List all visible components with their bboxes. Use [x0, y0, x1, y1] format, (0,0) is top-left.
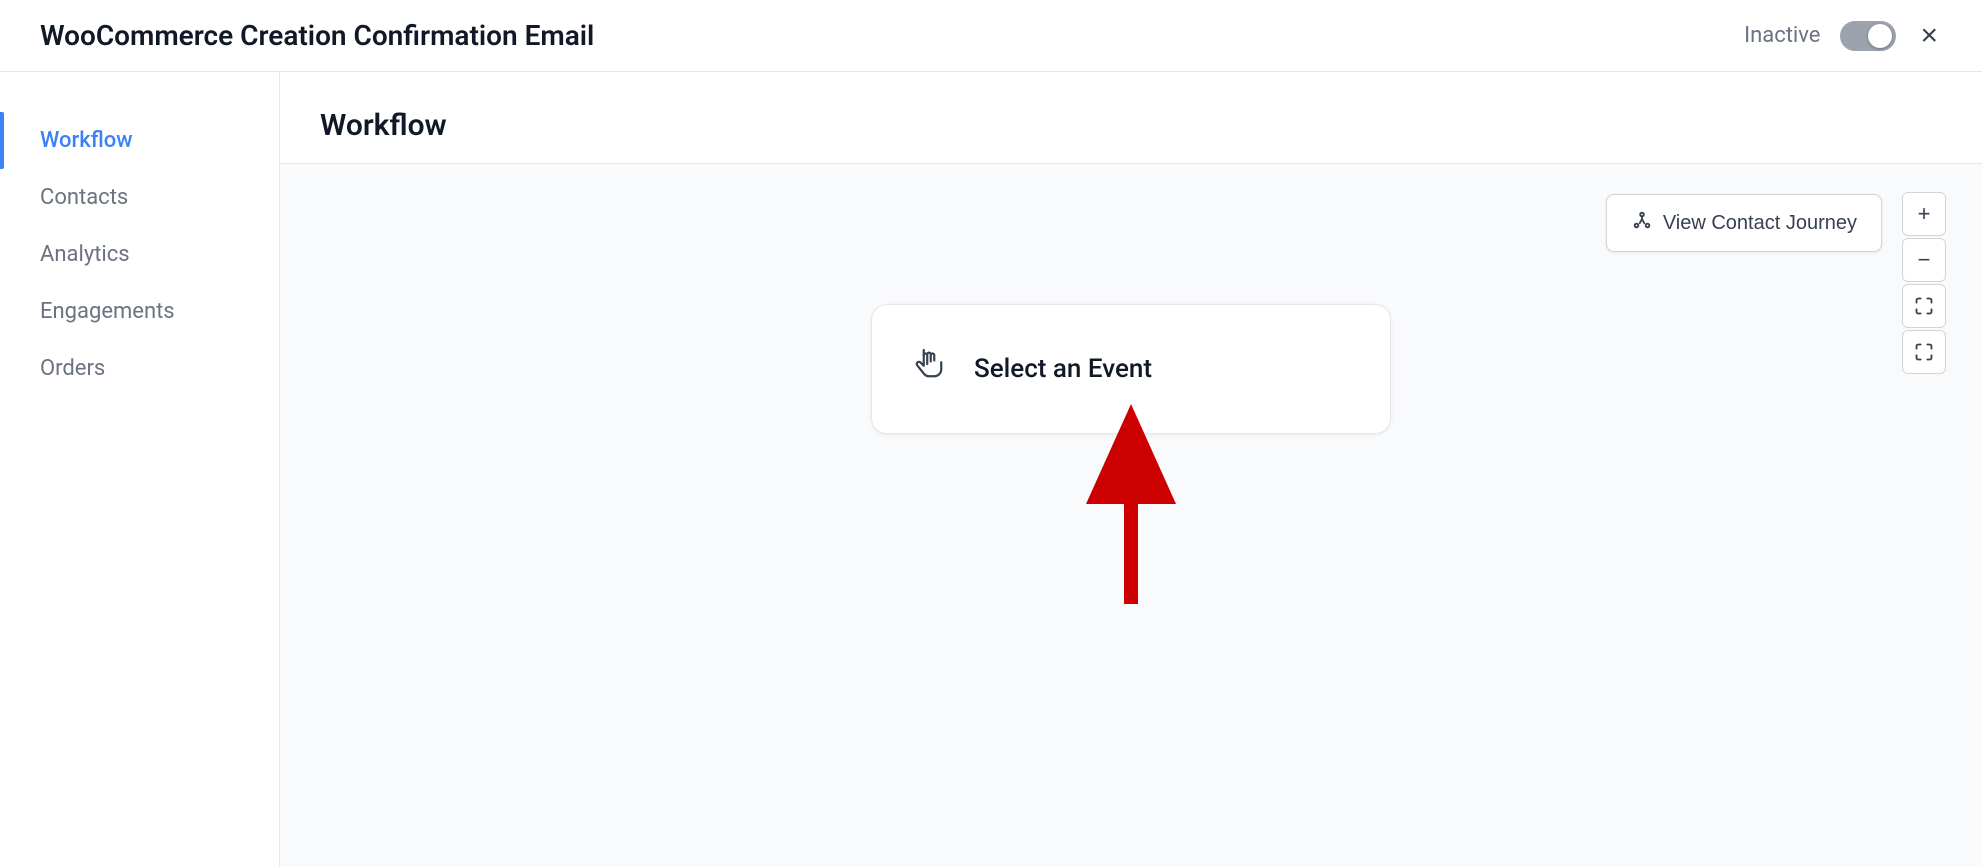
sidebar: Workflow Contacts Analytics Engagements … — [0, 72, 280, 867]
fullscreen-button[interactable] — [1902, 330, 1946, 374]
red-arrow-indicator — [1086, 404, 1176, 608]
event-card-label: Select an Event — [974, 354, 1152, 384]
header-controls: Inactive × — [1744, 17, 1942, 55]
status-label: Inactive — [1744, 23, 1820, 48]
journey-icon — [1631, 209, 1653, 237]
header: WooCommerce Creation Confirmation Email … — [0, 0, 1982, 72]
toggle-track — [1840, 21, 1896, 51]
sidebar-item-orders[interactable]: Orders — [0, 340, 279, 397]
main-content: Workflow View Contact Journey + — [280, 72, 1982, 867]
toggle-thumb — [1868, 24, 1892, 48]
zoom-in-button[interactable]: + — [1902, 192, 1946, 236]
event-hand-icon — [908, 343, 950, 395]
zoom-out-button[interactable]: − — [1902, 238, 1946, 282]
sidebar-item-contacts[interactable]: Contacts — [0, 169, 279, 226]
app-title: WooCommerce Creation Confirmation Email — [40, 19, 594, 52]
view-journey-label: View Contact Journey — [1663, 212, 1857, 235]
view-journey-button[interactable]: View Contact Journey — [1606, 194, 1882, 252]
sidebar-item-engagements[interactable]: Engagements — [0, 283, 279, 340]
sidebar-item-workflow[interactable]: Workflow — [0, 112, 279, 169]
page-title: Workflow — [320, 108, 447, 143]
close-button[interactable]: × — [1916, 17, 1942, 55]
main-header: Workflow — [280, 72, 1982, 164]
zoom-controls: + − — [1902, 192, 1946, 374]
workflow-canvas: View Contact Journey + − — [280, 164, 1982, 867]
status-toggle[interactable] — [1840, 21, 1896, 51]
fit-view-button[interactable] — [1902, 284, 1946, 328]
sidebar-item-analytics[interactable]: Analytics — [0, 226, 279, 283]
main-layout: Workflow Contacts Analytics Engagements … — [0, 72, 1982, 867]
